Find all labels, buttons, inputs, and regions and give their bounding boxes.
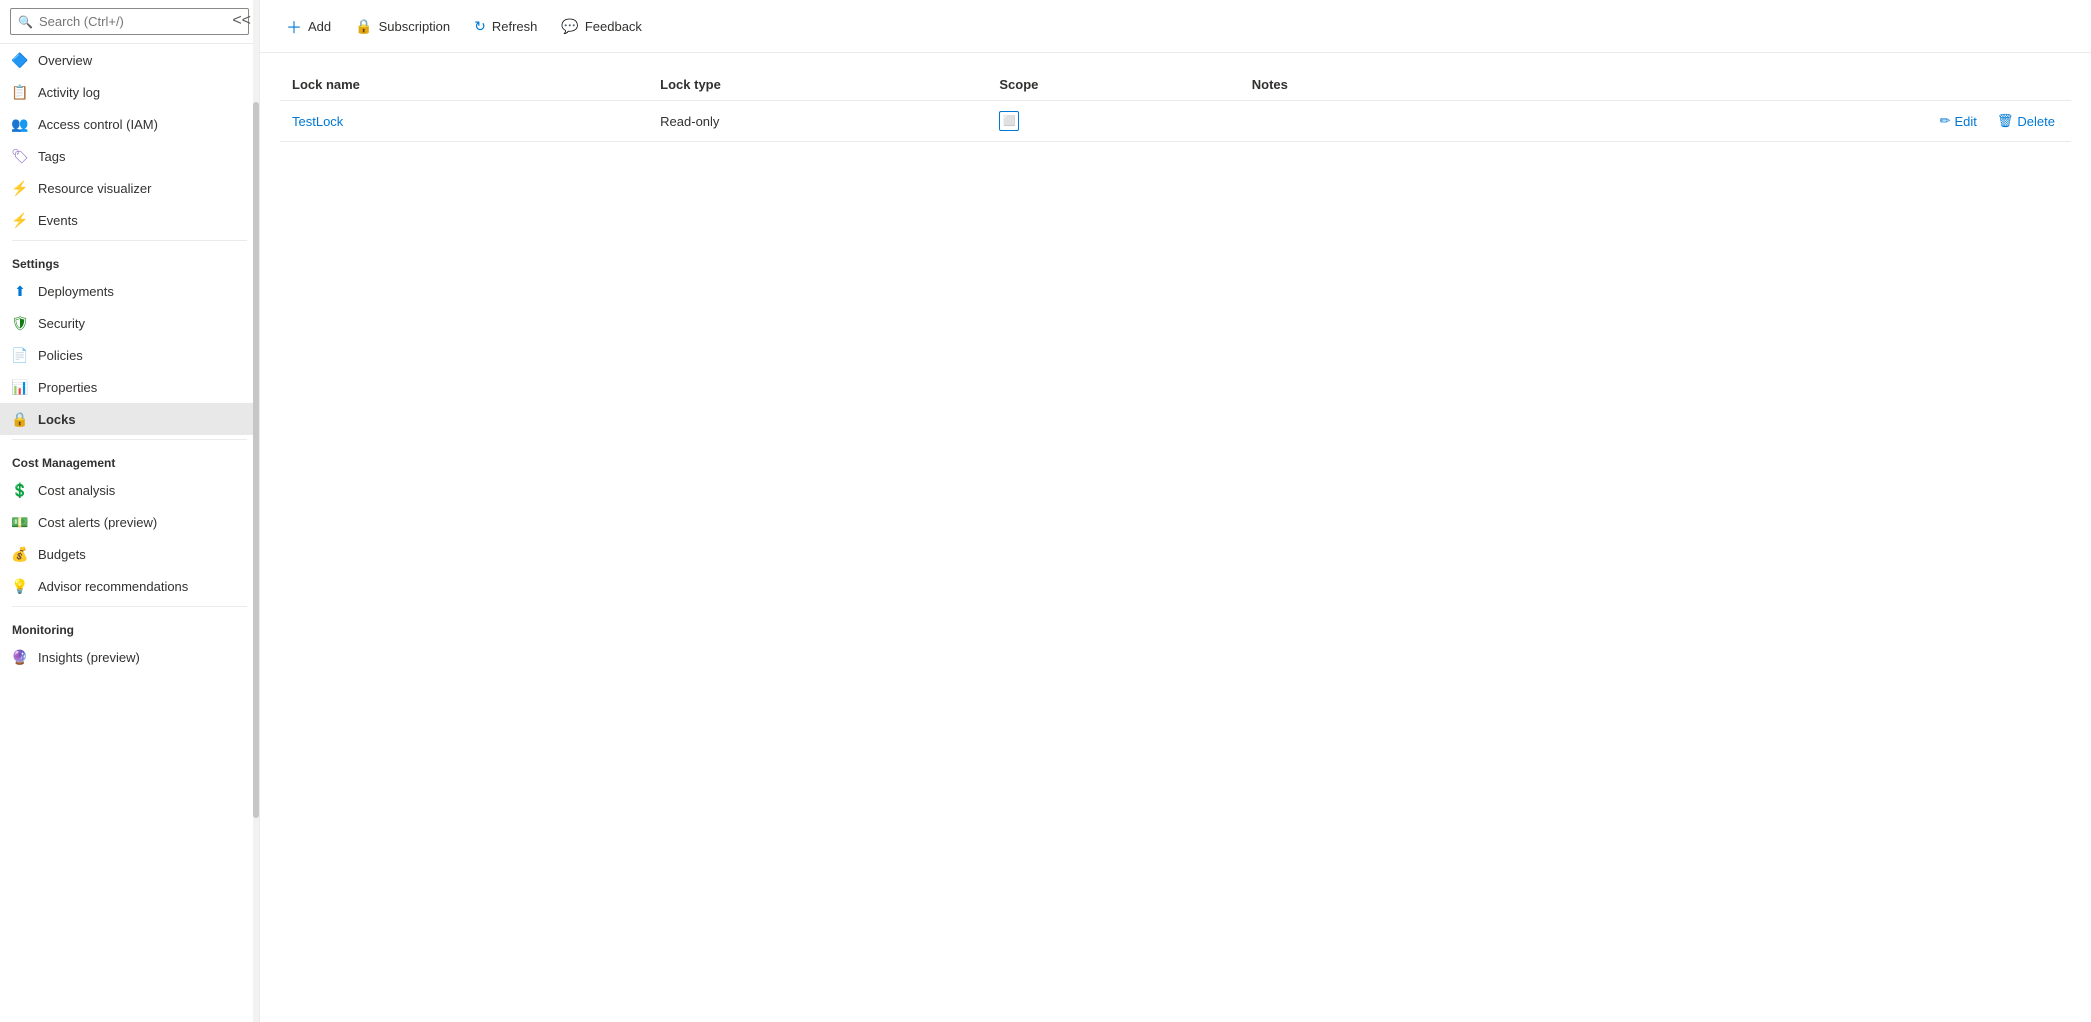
settings-divider [12,240,247,241]
policies-icon: 📄 [12,347,28,363]
sidebar-item-label: Overview [38,53,92,68]
subscription-button[interactable]: 🔒 Subscription [345,12,460,41]
sidebar-item-tags[interactable]: 🏷 Tags [0,140,259,172]
subscription-icon: 🔒 [355,18,372,35]
feedback-button[interactable]: 💬 Feedback [551,12,652,41]
refresh-button[interactable]: ↻ Refresh [464,12,547,41]
sidebar-item-label: Cost alerts (preview) [38,515,157,530]
sidebar: 🔍 << 🔷 Overview 📋 Activity log 👥 Access … [0,0,260,1022]
feedback-icon: 💬 [561,18,578,35]
budgets-icon: 💰 [12,546,28,562]
edit-button[interactable]: ✏ Edit [1936,111,1981,131]
col-lock-name: Lock name [280,69,648,101]
properties-icon: 📊 [12,379,28,395]
sidebar-item-deployments[interactable]: ⬆ Deployments [0,275,259,307]
sidebar-item-advisor-recommendations[interactable]: 💡 Advisor recommendations [0,570,259,602]
scope-cell: ⬜ [987,101,1239,142]
sidebar-item-label: Activity log [38,85,100,100]
sidebar-item-locks[interactable]: 🔒 Locks [0,403,259,435]
search-container: 🔍 [0,0,259,44]
events-icon: ⚡ [12,212,28,228]
sidebar-item-label: Security [38,316,85,331]
monitoring-section-label: Monitoring [0,611,259,641]
insights-icon: 🔮 [12,649,28,665]
sidebar-item-properties[interactable]: 📊 Properties [0,371,259,403]
delete-label: Delete [2017,114,2055,129]
overview-icon: 🔷 [12,52,28,68]
table-area: Lock name Lock type Scope Notes TestLock… [260,53,2091,1022]
delete-button[interactable]: 🗑 Delete [1993,111,2059,131]
activity-log-icon: 📋 [12,84,28,100]
row-actions: ✏ Edit 🗑 Delete [1493,111,2059,131]
monitoring-divider [12,606,247,607]
cost-analysis-icon: 💲 [12,482,28,498]
sidebar-item-security[interactable]: 🛡 Security [0,307,259,339]
sidebar-item-budgets[interactable]: 💰 Budgets [0,538,259,570]
settings-section-label: Settings [0,245,259,275]
sidebar-item-overview[interactable]: 🔷 Overview [0,44,259,76]
sidebar-item-label: Locks [38,412,76,427]
scrollbar-thumb[interactable] [253,102,259,817]
sidebar-item-label: Advisor recommendations [38,579,188,594]
refresh-label: Refresh [492,19,538,34]
feedback-label: Feedback [585,19,642,34]
sidebar-item-label: Deployments [38,284,114,299]
edit-icon: ✏ [1940,113,1951,129]
cost-management-section-label: Cost Management [0,444,259,474]
sidebar-item-policies[interactable]: 📄 Policies [0,339,259,371]
scrollbar-track [253,0,259,1022]
add-icon: ＋ [286,14,302,38]
delete-icon: 🗑 [1997,113,2014,129]
access-control-icon: 👥 [12,116,28,132]
lock-name-link[interactable]: TestLock [292,114,343,129]
edit-label: Edit [1955,114,1977,129]
search-input[interactable] [10,8,249,35]
resource-visualizer-icon: ⚡ [12,180,28,196]
lock-name-cell: TestLock [280,101,648,142]
col-scope: Scope [987,69,1239,101]
sidebar-item-label: Properties [38,380,97,395]
sidebar-item-label: Events [38,213,78,228]
tags-icon: 🏷 [12,148,28,164]
add-label: Add [308,19,331,34]
sidebar-item-resource-visualizer[interactable]: ⚡ Resource visualizer [0,172,259,204]
locks-icon: 🔒 [12,411,28,427]
sidebar-item-events[interactable]: ⚡ Events [0,204,259,236]
table-header-row: Lock name Lock type Scope Notes [280,69,2071,101]
col-actions [1481,69,2071,101]
cost-management-divider [12,439,247,440]
main-content: ＋ Add 🔒 Subscription ↻ Refresh 💬 Feedbac… [260,0,2091,1022]
notes-cell [1240,101,1481,142]
lock-type-cell: Read-only [648,101,987,142]
cost-alerts-icon: 💵 [12,514,28,530]
locks-table: Lock name Lock type Scope Notes TestLock… [280,69,2071,142]
sidebar-item-label: Resource visualizer [38,181,151,196]
security-icon: 🛡 [12,315,28,331]
advisor-icon: 💡 [12,578,28,594]
refresh-icon: ↻ [474,18,486,35]
add-button[interactable]: ＋ Add [276,8,341,44]
table-row: TestLock Read-only ⬜ ✏ Edit [280,101,2071,142]
col-lock-type: Lock type [648,69,987,101]
sidebar-item-access-control[interactable]: 👥 Access control (IAM) [0,108,259,140]
sidebar-nav: 🔷 Overview 📋 Activity log 👥 Access contr… [0,44,259,1022]
sidebar-item-label: Cost analysis [38,483,115,498]
deployments-icon: ⬆ [12,283,28,299]
sidebar-item-insights[interactable]: 🔮 Insights (preview) [0,641,259,673]
scope-icon: ⬜ [999,111,1019,131]
sidebar-item-label: Access control (IAM) [38,117,158,132]
sidebar-item-label: Insights (preview) [38,650,140,665]
toolbar: ＋ Add 🔒 Subscription ↻ Refresh 💬 Feedbac… [260,0,2091,53]
sidebar-item-label: Policies [38,348,83,363]
subscription-label: Subscription [379,19,451,34]
col-notes: Notes [1240,69,1481,101]
actions-cell: ✏ Edit 🗑 Delete [1481,101,2071,142]
sidebar-item-cost-alerts[interactable]: 💵 Cost alerts (preview) [0,506,259,538]
sidebar-item-label: Budgets [38,547,86,562]
sidebar-item-activity-log[interactable]: 📋 Activity log [0,76,259,108]
sidebar-item-label: Tags [38,149,65,164]
sidebar-item-cost-analysis[interactable]: 💲 Cost analysis [0,474,259,506]
